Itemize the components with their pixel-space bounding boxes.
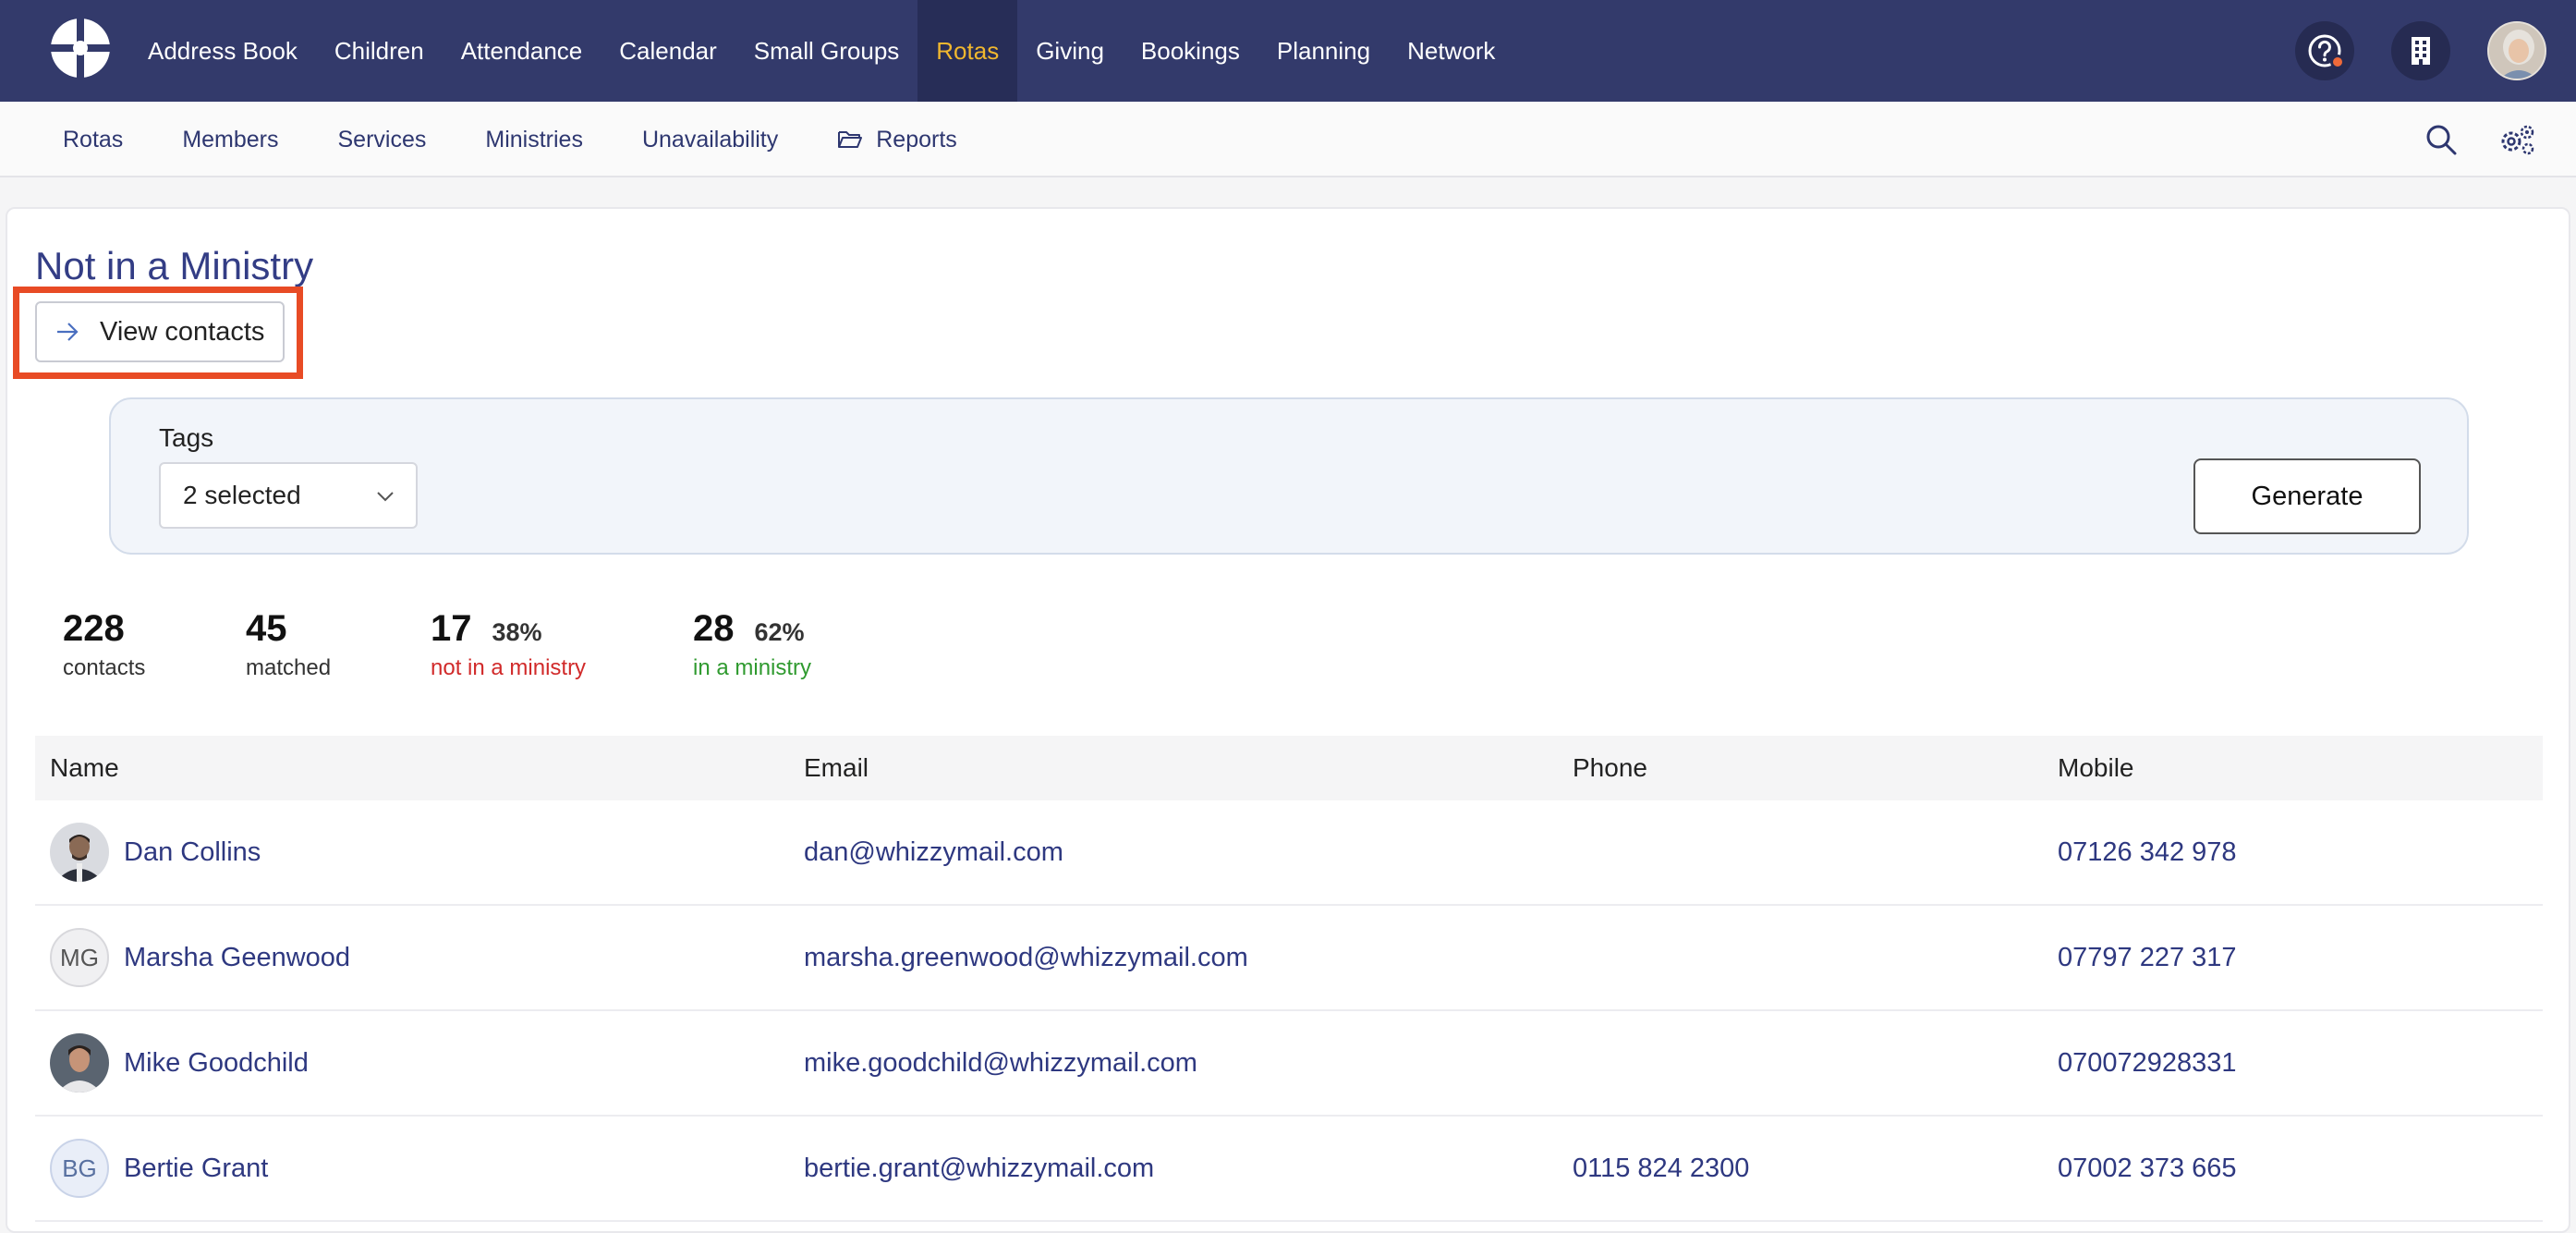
stat-contacts: 228 contacts — [63, 608, 146, 680]
subnav-unavailability[interactable]: Unavailability — [613, 127, 808, 153]
column-header-name: Name — [50, 753, 119, 782]
contact-email[interactable]: mike.goodchild@whizzymail.com — [804, 1048, 1197, 1078]
contact-email[interactable]: dan@whizzymail.com — [804, 837, 1063, 867]
column-header-email: Email — [804, 753, 869, 782]
table-row: MG Marsha Geenwood marsha.greenwood@whiz… — [35, 906, 2543, 1011]
table-row: BG Bertie Grant bertie.grant@whizzymail.… — [35, 1117, 2543, 1222]
app-logo-icon[interactable] — [48, 16, 113, 80]
stat-not-in-ministry[interactable]: 17 38% not in a ministry — [431, 608, 586, 681]
contact-name[interactable]: Dan Collins — [124, 837, 261, 868]
contact-mobile[interactable]: 07797 227 317 — [2058, 943, 2237, 972]
user-avatar[interactable] — [2487, 21, 2546, 80]
contact-name[interactable]: Bertie Grant — [124, 1154, 268, 1184]
nav-bookings[interactable]: Bookings — [1123, 0, 1258, 102]
contact-phone[interactable]: 0115 824 2300 — [1573, 1154, 1749, 1183]
search-icon[interactable] — [2424, 123, 2458, 156]
contact-mobile[interactable]: 07126 342 978 — [2058, 837, 2237, 867]
nav-network[interactable]: Network — [1389, 0, 1513, 102]
avatar — [50, 1033, 109, 1093]
stat-in-ministry[interactable]: 28 62% in a ministry — [693, 608, 811, 681]
nav-giving[interactable]: Giving — [1017, 0, 1123, 102]
avatar — [50, 823, 109, 882]
nav-planning[interactable]: Planning — [1258, 0, 1389, 102]
nav-children[interactable]: Children — [316, 0, 443, 102]
table-row: Mike Goodchild mike.goodchild@whizzymail… — [35, 1011, 2543, 1117]
contact-mobile[interactable]: 070072928331 — [2058, 1048, 2237, 1078]
avatar: BG — [50, 1139, 109, 1198]
nav-calendar[interactable]: Calendar — [601, 0, 735, 102]
contact-email[interactable]: bertie.grant@whizzymail.com — [804, 1154, 1154, 1183]
subnav-rotas[interactable]: Rotas — [33, 127, 152, 153]
tags-select[interactable]: 2 selected — [159, 462, 418, 529]
help-button[interactable] — [2295, 21, 2354, 80]
organisation-button[interactable] — [2391, 21, 2450, 80]
column-header-mobile: Mobile — [2058, 753, 2134, 782]
contact-name[interactable]: Marsha Geenwood — [124, 943, 350, 973]
nav-small-groups[interactable]: Small Groups — [735, 0, 918, 102]
building-icon — [2412, 37, 2430, 65]
tags-label: Tags — [159, 423, 214, 452]
notification-dot — [2330, 55, 2345, 69]
sub-navigation: Rotas Members Services Ministries Unavai… — [0, 102, 2576, 177]
subnav-members[interactable]: Members — [152, 127, 308, 153]
contact-email[interactable]: marsha.greenwood@whizzymail.com — [804, 943, 1248, 972]
subnav-services[interactable]: Services — [309, 127, 456, 153]
subnav-reports[interactable]: Reports — [808, 127, 987, 153]
nav-address-book[interactable]: Address Book — [129, 0, 316, 102]
contact-mobile[interactable]: 07002 373 665 — [2058, 1154, 2237, 1183]
table-header: Name Email Phone Mobile — [35, 736, 2543, 800]
view-contacts-button[interactable]: View contacts — [35, 301, 285, 362]
arrow-right-icon — [57, 323, 79, 341]
avatar: MG — [50, 928, 109, 987]
column-header-phone: Phone — [1573, 753, 1647, 782]
subnav-ministries[interactable]: Ministries — [456, 127, 613, 153]
stat-matched: 45 matched — [246, 608, 332, 680]
nav-rotas[interactable]: Rotas — [917, 0, 1018, 102]
contact-name[interactable]: Mike Goodchild — [124, 1048, 309, 1079]
contacts-table: Name Email Phone Mobile Dan Collins dan@… — [35, 736, 2543, 1222]
generate-button[interactable]: Generate — [2193, 458, 2421, 534]
chevron-down-icon — [377, 492, 394, 502]
page-title: Not in a Ministry — [35, 244, 314, 287]
folder-open-icon — [838, 131, 863, 148]
top-navigation: Address Book Children Attendance Calenda… — [0, 0, 2576, 102]
table-row: Dan Collins dan@whizzymail.com 07126 342… — [35, 800, 2543, 906]
settings-gears-icon[interactable] — [2498, 123, 2537, 156]
nav-attendance[interactable]: Attendance — [443, 0, 601, 102]
filter-panel: Tags 2 selected Generate — [109, 397, 2469, 555]
